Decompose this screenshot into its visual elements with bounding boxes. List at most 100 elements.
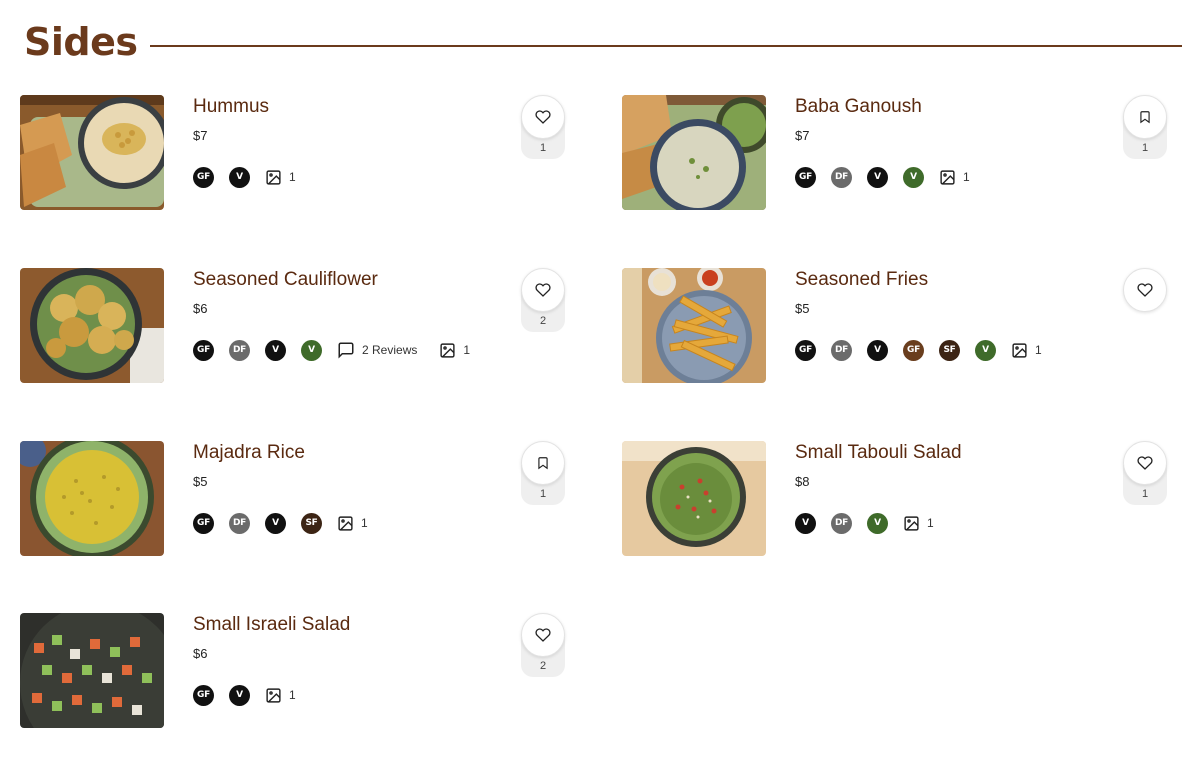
israeli-salad-photo [20,613,164,728]
bookmark-icon [538,457,548,470]
item-photo[interactable] [20,268,164,383]
vegetarian-badge: V [867,166,888,188]
heart-icon [535,110,551,124]
item-price: $6 [193,646,208,661]
favorite-button[interactable] [1123,441,1167,485]
photos-link[interactable]: 1 [337,515,368,532]
item-badges: GF DF V SF 1 [193,512,390,534]
vegan-badge: V [903,166,924,188]
favorite-count: 2 [539,315,547,327]
item-price: $7 [795,128,810,143]
vegan-badge: V [975,339,996,361]
favorite-count: 1 [539,142,547,154]
item-price: $5 [193,474,208,489]
bookmark-button[interactable] [521,441,565,485]
favorite-button[interactable] [1123,268,1167,312]
dairy-free-badge: DF [831,166,852,188]
image-icon [266,687,281,703]
item-badges: GF DF V V 1 [795,166,992,188]
section-divider [149,45,1182,47]
vegan-badge: V [867,512,888,534]
image-icon [940,169,955,185]
dairy-free-badge: DF [831,339,852,361]
bookmark-count: 1 [1141,142,1149,154]
item-price: $5 [795,301,810,316]
photos-link[interactable]: 1 [903,515,934,532]
gluten-free-badge: GF [193,512,214,534]
photos-link[interactable]: 1 [265,687,296,704]
item-price: $6 [193,301,208,316]
photos-link[interactable]: 1 [265,169,296,186]
dairy-free-badge: DF [229,339,250,361]
vegan-badge: V [301,339,322,361]
item-badges: GF DF V V 2 Reviews 1 [193,339,492,361]
image-icon [266,169,281,185]
item-name[interactable]: Small Israeli Salad [193,614,350,636]
vegetarian-badge: V [229,684,250,706]
item-photo[interactable] [622,268,766,383]
soy-free-badge: SF [939,339,960,361]
cauliflower-photo [20,268,164,383]
heart-icon [1137,283,1153,297]
baba-ganoush-photo [622,95,766,210]
item-name[interactable]: Seasoned Fries [795,269,928,291]
item-badges: V DF V 1 [795,512,956,534]
menu-item[interactable]: Baba Ganoush $7 GF DF V V 1 1 [622,95,1182,215]
favorite-button[interactable] [521,95,565,139]
vegetarian-badge: V [265,512,286,534]
favorite-button[interactable] [521,268,565,312]
heart-icon [535,283,551,297]
gluten-free-badge: GF [193,339,214,361]
menu-item[interactable]: Small Israeli Salad $6 GF V 1 2 [20,613,580,733]
vegetarian-badge: V [867,339,888,361]
item-photo[interactable] [20,95,164,210]
item-badges: GF DF V GF SF V 1 [795,339,1064,361]
image-icon [904,515,919,531]
photo-count: 1 [361,516,368,530]
item-photo[interactable] [20,441,164,556]
item-name[interactable]: Small Tabouli Salad [795,442,962,464]
reviews-link[interactable]: 2 Reviews [337,341,417,359]
photo-count: 1 [289,688,296,702]
hummus-photo [20,95,164,210]
bookmark-count: 1 [539,488,547,500]
review-count: 2 Reviews [362,343,418,357]
menu-item[interactable]: Hummus $7 GF V 1 1 [20,95,580,215]
item-name[interactable]: Seasoned Cauliflower [193,269,378,291]
bookmark-button[interactable] [1123,95,1167,139]
image-icon [1012,342,1027,358]
image-icon [440,342,455,358]
photos-link[interactable]: 1 [939,169,970,186]
item-badges: GF V 1 [193,684,318,706]
photo-count: 1 [927,516,934,530]
heart-icon [1137,456,1153,470]
item-name[interactable]: Baba Ganoush [795,96,922,118]
gluten-free-badge: GF [795,166,816,188]
item-name[interactable]: Majadra Rice [193,442,305,464]
photo-count: 1 [463,343,471,357]
vegetarian-badge: V [265,339,286,361]
favorite-button[interactable] [521,613,565,657]
gluten-free-badge: GF [193,684,214,706]
dairy-free-badge: DF [831,512,852,534]
section-header: Sides [24,14,1182,70]
menu-item[interactable]: Seasoned Cauliflower $6 GF DF V V 2 Revi… [20,268,580,388]
item-photo[interactable] [622,441,766,556]
menu-item[interactable]: Small Tabouli Salad $8 V DF V 1 1 [622,441,1182,561]
photos-link[interactable]: 1 [439,342,470,359]
item-price: $7 [193,128,208,143]
tabouli-salad-photo [622,441,766,556]
item-photo[interactable] [622,95,766,210]
photo-count: 1 [963,170,970,184]
menu-item[interactable]: Seasoned Fries $5 GF DF V GF SF V 1 [622,268,1182,388]
photos-link[interactable]: 1 [1011,342,1042,359]
item-price: $8 [795,474,810,489]
menu-item[interactable]: Majadra Rice $5 GF DF V SF 1 1 [20,441,580,561]
gluten-free-badge: GF [193,166,214,188]
comment-icon [338,342,354,359]
item-name[interactable]: Hummus [193,96,269,118]
vegetarian-badge: V [229,166,250,188]
soy-free-badge: SF [301,512,322,534]
item-photo[interactable] [20,613,164,728]
favorite-count: 2 [539,660,547,672]
